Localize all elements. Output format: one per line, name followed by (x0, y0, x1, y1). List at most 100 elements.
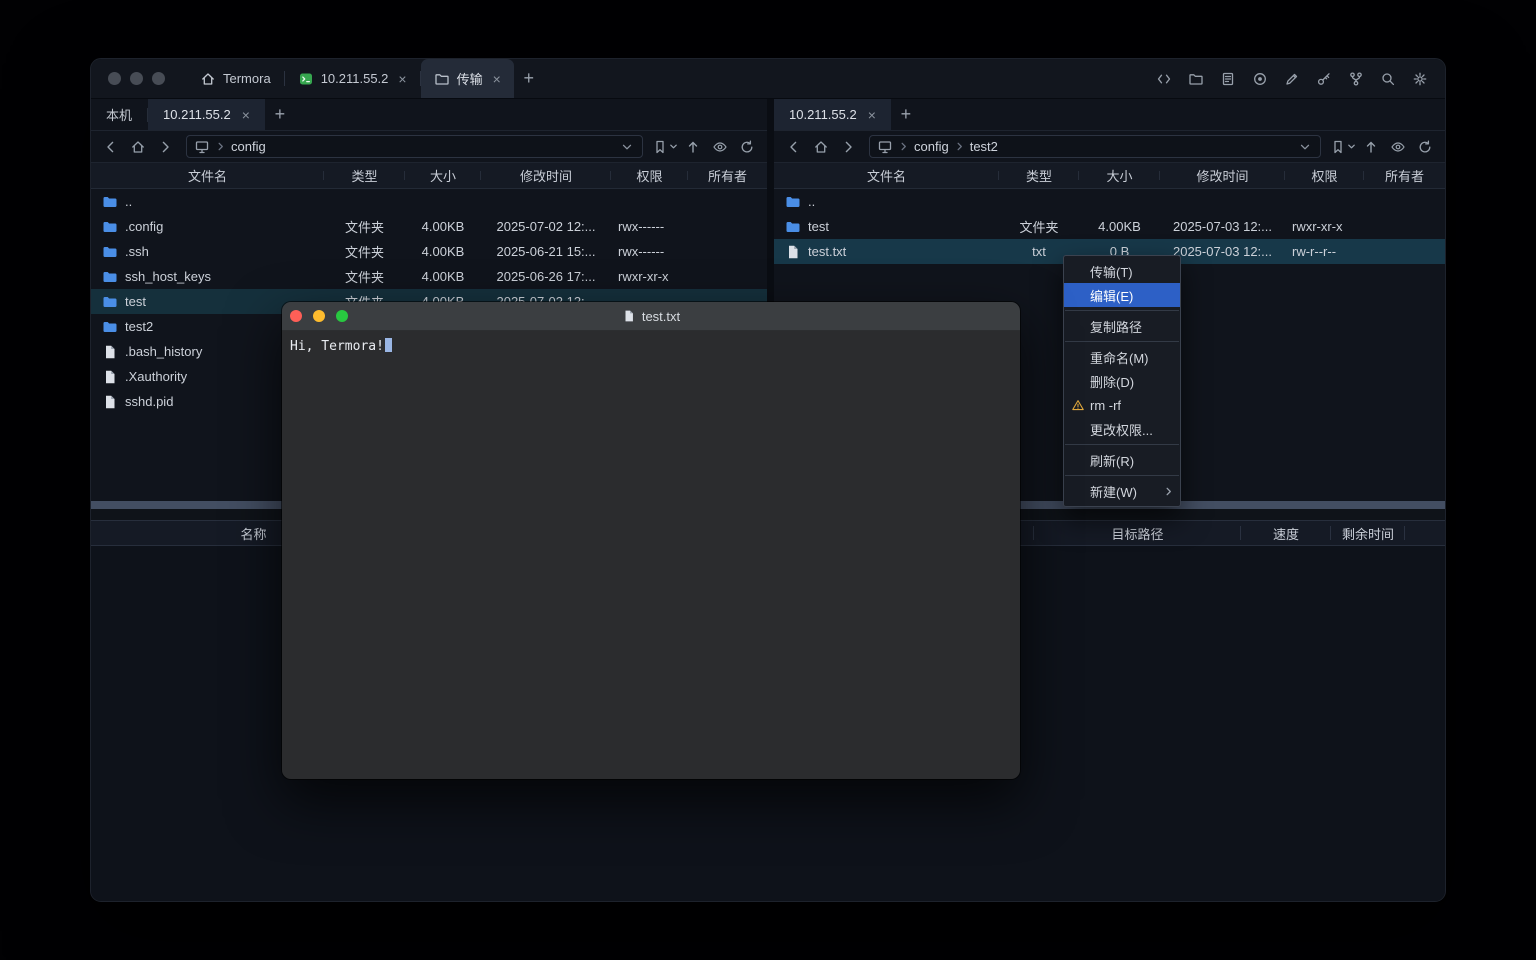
file-row[interactable]: ssh_host_keys 文件夹4.00KB2025-06-26 17:...… (91, 264, 767, 289)
column-header[interactable]: 大小 (405, 166, 481, 185)
file-name: .config (125, 219, 163, 234)
caret-down-icon (669, 142, 678, 151)
close-window-icon[interactable] (108, 72, 121, 85)
computer-icon (194, 139, 210, 155)
column-header[interactable]: 速度 (1241, 521, 1331, 545)
file-row[interactable]: .ssh 文件夹4.00KB2025-06-21 15:...rwx------ (91, 239, 767, 264)
folder-icon (102, 194, 118, 210)
menu-item-rm-rf[interactable]: rm -rf (1064, 393, 1180, 417)
search-icon[interactable] (1378, 69, 1398, 89)
breadcrumb-segment[interactable]: config (914, 139, 949, 154)
right-navbar: config test2 (774, 131, 1445, 163)
chevron-down-icon[interactable] (619, 139, 635, 155)
tab-transfer[interactable]: 传输 × (421, 59, 514, 98)
column-header[interactable]: 类型 (999, 166, 1079, 185)
menu-item-transfer[interactable]: 传输(T) (1064, 259, 1180, 283)
new-tab-button[interactable]: + (514, 59, 544, 98)
column-header[interactable]: 修改时间 (481, 166, 611, 185)
bookmark-icon (1330, 139, 1346, 155)
close-tab-icon[interactable]: × (398, 72, 406, 86)
tab-home[interactable]: Termora (187, 59, 284, 98)
back-icon[interactable] (99, 135, 123, 159)
menu-separator (1065, 475, 1179, 476)
maximize-window-icon[interactable] (152, 72, 165, 85)
file-row[interactable]: .. (774, 189, 1445, 214)
close-tab-icon[interactable]: × (242, 108, 250, 122)
tab-remote-host[interactable]: 10.211.55.2 × (774, 99, 891, 130)
file-icon (102, 394, 118, 410)
maximize-window-icon[interactable] (336, 310, 348, 322)
folder-icon (102, 319, 118, 335)
forward-icon[interactable] (153, 135, 177, 159)
titlebar-toolbar (1154, 59, 1445, 98)
editor-content[interactable]: Hi, Termora! (282, 331, 1020, 779)
refresh-icon[interactable] (1413, 135, 1437, 159)
file-name: test2 (125, 319, 153, 334)
menu-item-new[interactable]: 新建(W) (1064, 479, 1180, 503)
file-row[interactable]: .config 文件夹4.00KB2025-07-02 12:...rwx---… (91, 214, 767, 239)
left-pane-tabs: 本机 10.211.55.2 × + (91, 99, 767, 131)
forward-icon[interactable] (836, 135, 860, 159)
path-breadcrumb[interactable]: config (186, 135, 643, 158)
menu-item-rename[interactable]: 重命名(M) (1064, 345, 1180, 369)
menu-item-delete[interactable]: 删除(D) (1064, 369, 1180, 393)
upload-icon[interactable] (1359, 135, 1383, 159)
document-icon[interactable] (1218, 69, 1238, 89)
column-header[interactable]: 剩余时间 (1331, 521, 1405, 545)
code-icon[interactable] (1154, 69, 1174, 89)
tab-ssh-session[interactable]: 10.211.55.2 × (285, 59, 420, 98)
show-hidden-icon[interactable] (1386, 135, 1410, 159)
home-icon[interactable] (809, 135, 833, 159)
bookmark-button[interactable] (1330, 139, 1356, 155)
folder-icon[interactable] (1186, 69, 1206, 89)
pencil-icon[interactable] (1282, 69, 1302, 89)
column-header[interactable]: 文件名 (774, 166, 999, 185)
new-tab-button[interactable]: + (265, 99, 295, 130)
column-header[interactable]: 权限 (611, 166, 688, 185)
close-window-icon[interactable] (290, 310, 302, 322)
folder-icon (102, 269, 118, 285)
column-header[interactable]: 所有者 (1364, 166, 1445, 185)
tab-local[interactable]: 本机 (91, 99, 147, 130)
branch-icon[interactable] (1346, 69, 1366, 89)
column-header[interactable]: 所有者 (688, 166, 767, 185)
menu-item-refresh[interactable]: 刷新(R) (1064, 448, 1180, 472)
column-header[interactable]: 大小 (1079, 166, 1160, 185)
caret-down-icon (1347, 142, 1356, 151)
tab-remote-host[interactable]: 10.211.55.2 × (148, 99, 265, 130)
refresh-icon[interactable] (735, 135, 759, 159)
column-header[interactable]: 类型 (324, 166, 405, 185)
home-icon[interactable] (126, 135, 150, 159)
menu-item-edit[interactable]: 编辑(E) (1064, 283, 1180, 307)
close-tab-icon[interactable]: × (868, 108, 876, 122)
column-header[interactable]: 修改时间 (1160, 166, 1285, 185)
file-icon (622, 309, 636, 323)
chevron-down-icon[interactable] (1297, 139, 1313, 155)
minimize-window-icon[interactable] (313, 310, 325, 322)
context-menu: 传输(T) 编辑(E) 复制路径 重命名(M) 删除(D) rm -rf 更改权… (1063, 255, 1181, 507)
minimize-window-icon[interactable] (130, 72, 143, 85)
close-tab-icon[interactable]: × (493, 72, 501, 86)
column-header[interactable]: 目标路径 (1034, 521, 1241, 545)
column-header[interactable]: 文件名 (91, 166, 324, 185)
file-row[interactable]: .. (91, 189, 767, 214)
key-icon[interactable] (1314, 69, 1334, 89)
settings-icon[interactable] (1410, 69, 1430, 89)
editor-titlebar[interactable]: test.txt (282, 302, 1020, 331)
path-breadcrumb[interactable]: config test2 (869, 135, 1321, 158)
column-header[interactable]: 权限 (1285, 166, 1364, 185)
submenu-arrow-icon (1164, 487, 1173, 496)
menu-item-copy-path[interactable]: 复制路径 (1064, 314, 1180, 338)
file-name: test (125, 294, 146, 309)
back-icon[interactable] (782, 135, 806, 159)
upload-icon[interactable] (681, 135, 705, 159)
menu-separator (1065, 341, 1179, 342)
breadcrumb-segment[interactable]: test2 (970, 139, 998, 154)
breadcrumb-segment[interactable]: config (231, 139, 266, 154)
bookmark-button[interactable] (652, 139, 678, 155)
record-icon[interactable] (1250, 69, 1270, 89)
menu-item-change-permissions[interactable]: 更改权限... (1064, 417, 1180, 441)
file-row[interactable]: test 文件夹4.00KB2025-07-03 12:...rwxr-xr-x (774, 214, 1445, 239)
show-hidden-icon[interactable] (708, 135, 732, 159)
new-tab-button[interactable]: + (891, 99, 921, 130)
